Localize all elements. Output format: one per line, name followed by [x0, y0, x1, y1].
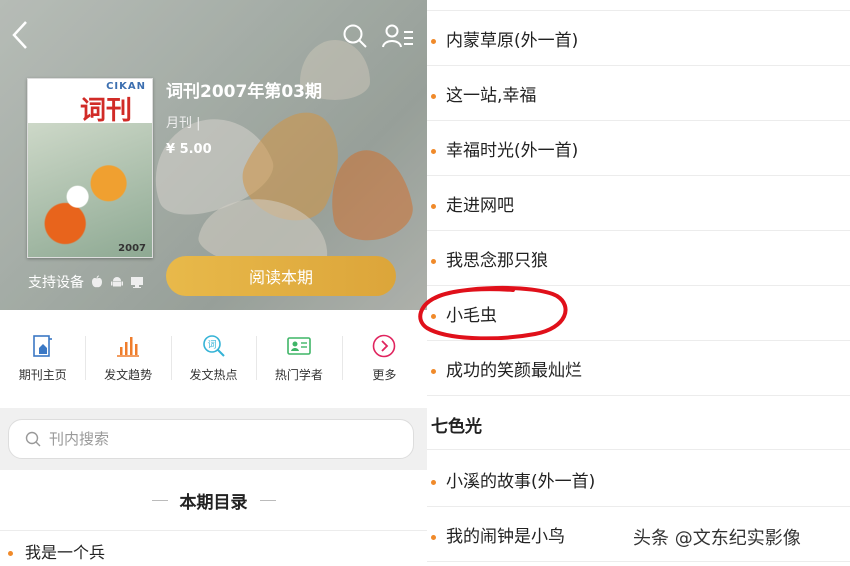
hot-search-icon: 词: [202, 335, 225, 357]
journal-home-icon: [32, 335, 52, 357]
right-panel: 内蒙草原(外一首) 这一站,幸福 幸福时光(外一首) 走进网吧 我思念那只狼 小…: [427, 0, 850, 566]
toc-item-title: 我是一个兵: [25, 542, 106, 562]
toc-item-title: 内蒙草原(外一首): [446, 30, 579, 51]
journal-price: ¥ 5.00: [166, 142, 212, 157]
tool-more[interactable]: 更多: [341, 310, 427, 408]
toc-item[interactable]: 成功的笑颜最灿烂: [427, 341, 850, 396]
read-issue-button[interactable]: 阅读本期: [166, 256, 396, 296]
bullet-dot-icon: [431, 148, 436, 154]
tool-journal-home[interactable]: 期刊主页: [0, 310, 85, 408]
back-icon[interactable]: [8, 18, 32, 52]
supported-devices: 支持设备: [28, 272, 144, 292]
search-icon[interactable]: [342, 23, 368, 49]
tool-label: 发文趋势: [104, 368, 153, 382]
watermark-text: 头条 @文东纪实影像: [633, 528, 801, 549]
journal-cover[interactable]: CIKAN 词刊 2007: [27, 78, 153, 258]
devices-label: 支持设备: [28, 275, 84, 291]
toc-item[interactable]: 小溪的故事(外一首): [427, 452, 850, 507]
toc-item-title: 走进网吧: [446, 195, 514, 216]
toc-item[interactable]: 这一站,幸福: [427, 66, 850, 121]
divider: [259, 499, 276, 501]
desktop-icon: [131, 277, 143, 288]
left-panel: CIKAN 词刊 2007 词刊2007年第03期 月刊 | ¥ 5.00 支持…: [0, 0, 427, 566]
toc-item-title: 这一站,幸福: [446, 85, 537, 106]
cover-flower-image: [28, 123, 152, 257]
toc-item[interactable]: 我思念那只狼: [427, 231, 850, 286]
bullet-dot-icon: [8, 551, 13, 556]
bullet-dot-icon: [431, 203, 436, 209]
journal-hero: CIKAN 词刊 2007 词刊2007年第03期 月刊 | ¥ 5.00 支持…: [0, 0, 427, 310]
toc-item[interactable]: 我是一个兵: [0, 530, 427, 566]
bullet-dot-icon: [431, 368, 436, 374]
bullet-dot-icon: [431, 93, 436, 99]
toc-item-title: 我的闹钟是小鸟: [446, 526, 565, 547]
toc-item[interactable]: 幸福时光(外一首): [427, 121, 850, 176]
journal-frequency: 月刊 |: [166, 116, 201, 131]
search-input[interactable]: [47, 429, 387, 449]
bullet-dot-icon: [431, 534, 436, 540]
toc-item-title: 小溪的故事(外一首): [446, 471, 596, 492]
bar-chart-icon: [117, 337, 140, 357]
highlight-circle-annotation: [418, 286, 568, 340]
cover-year: 2007: [118, 243, 146, 254]
tool-popular-scholars[interactable]: 热门学者: [256, 310, 341, 408]
toc-heading-text: 本期目录: [179, 492, 248, 513]
id-card-icon: [287, 337, 311, 355]
toc-heading: 本期目录: [0, 470, 427, 530]
cover-title: 词刊: [80, 96, 133, 126]
toc-item-title: 成功的笑颜最灿烂: [446, 360, 582, 381]
search-icon: [25, 431, 41, 447]
divider: [151, 499, 168, 501]
bullet-dot-icon: [431, 38, 436, 44]
in-journal-search-area: [0, 408, 427, 470]
tool-publish-hotspot[interactable]: 词 发文热点: [170, 310, 256, 408]
search-box[interactable]: [8, 419, 414, 459]
toc-item-title: 我思念那只狼: [446, 250, 548, 271]
svg-text:词: 词: [207, 340, 216, 351]
journal-title: 词刊2007年第03期: [166, 82, 322, 102]
bullet-dot-icon: [431, 258, 436, 264]
toc-item[interactable]: 走进网吧: [427, 176, 850, 231]
apple-icon: [92, 275, 102, 288]
tool-label: 更多: [372, 368, 397, 382]
journal-toolbar: 期刊主页 发文趋势 词 发文热点 热门学者 更多: [0, 310, 427, 408]
chevron-right-circle-icon: [373, 334, 396, 358]
toc-item[interactable]: 内蒙草原(外一首): [427, 11, 850, 66]
tool-label: 期刊主页: [18, 368, 67, 382]
toc-section-title: 七色光: [427, 400, 850, 450]
tool-label: 热门学者: [274, 368, 323, 382]
android-icon: [111, 277, 123, 287]
user-menu-icon[interactable]: [382, 23, 414, 49]
bullet-dot-icon: [431, 479, 436, 485]
tool-label: 发文热点: [189, 368, 238, 382]
tool-publish-trend[interactable]: 发文趋势: [85, 310, 170, 408]
toc-item-title: 幸福时光(外一首): [446, 140, 579, 161]
